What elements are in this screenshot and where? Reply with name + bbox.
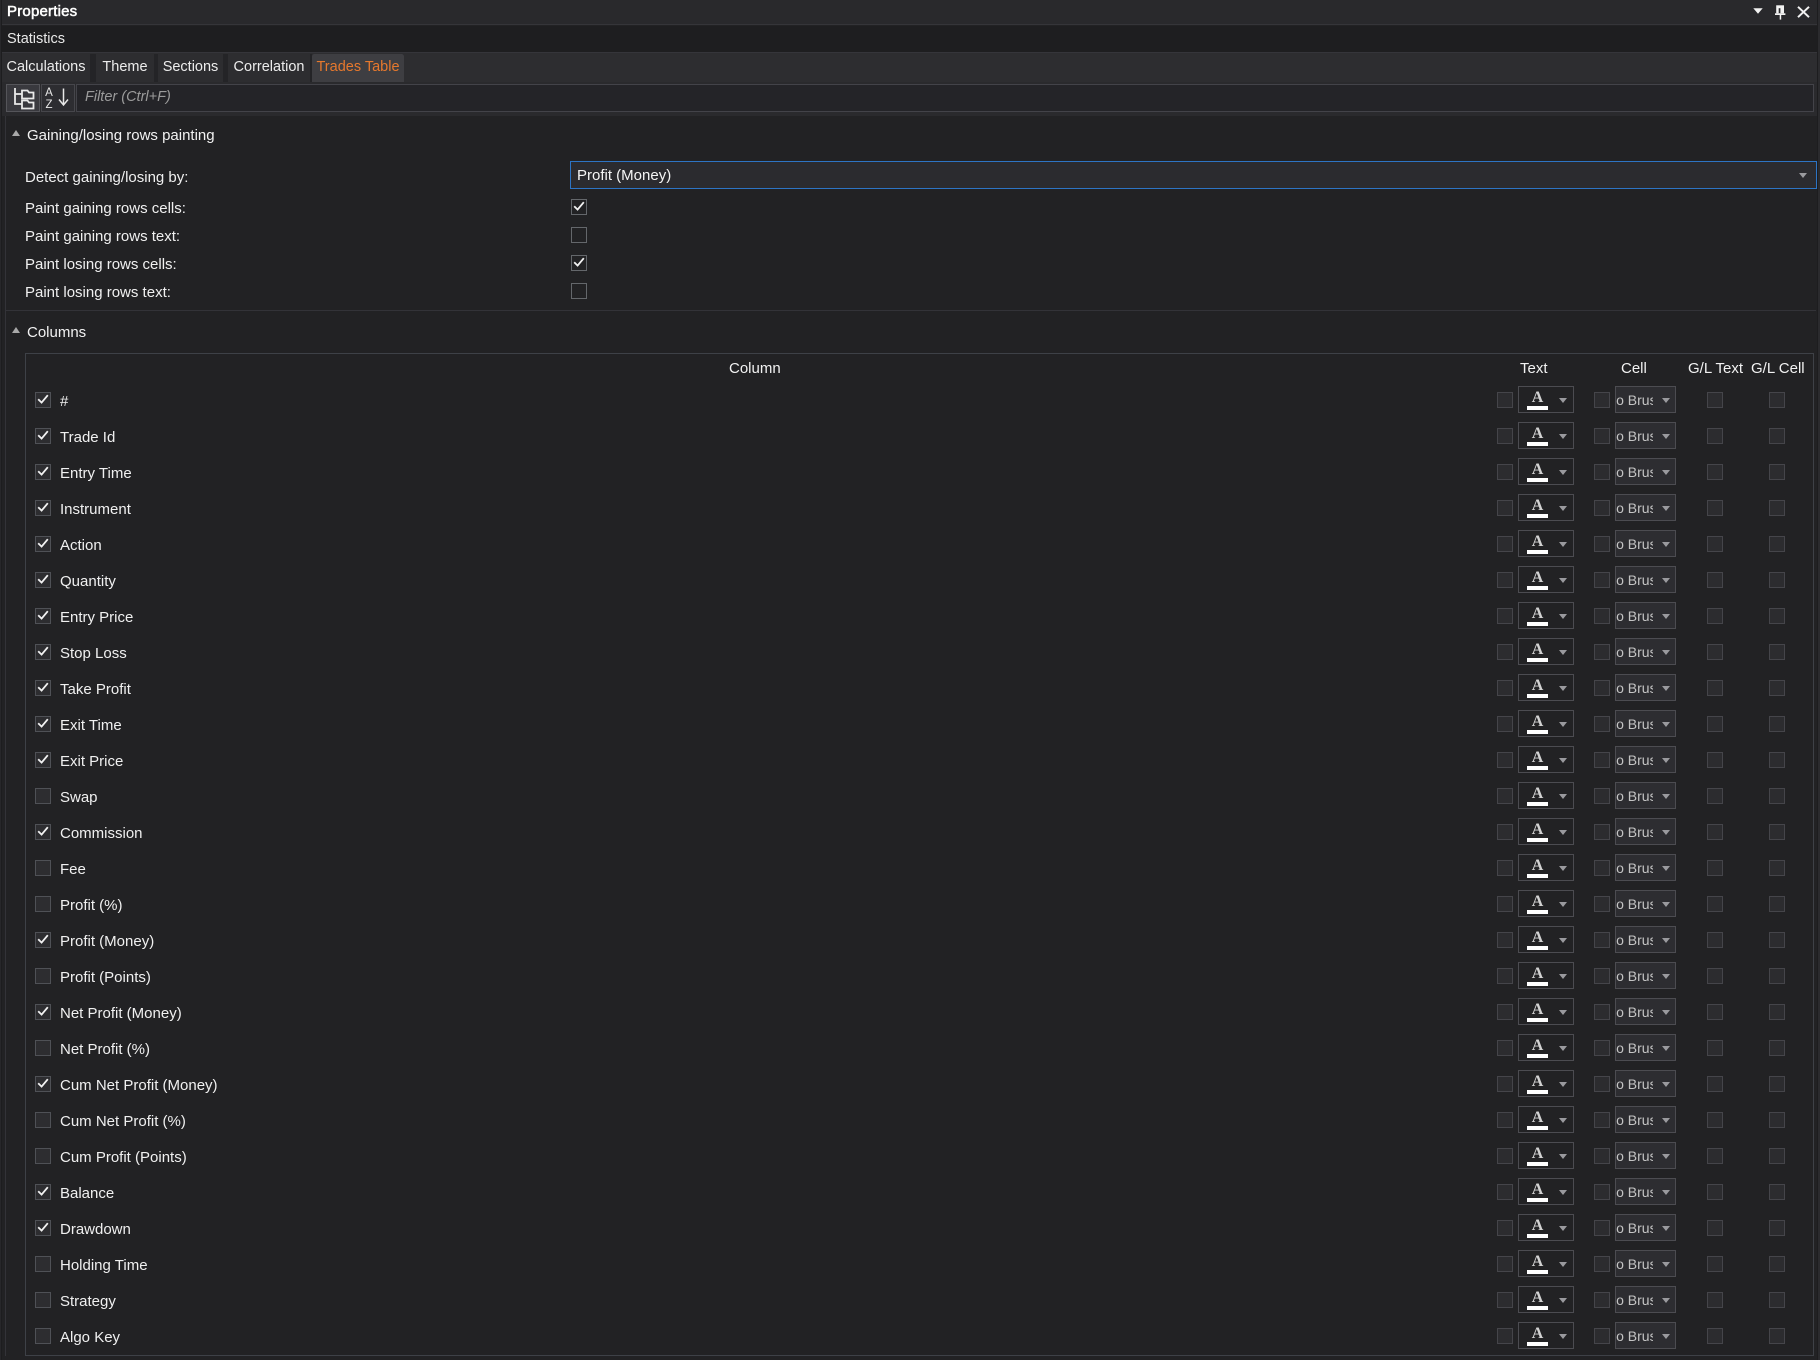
svg-text:A: A (45, 87, 53, 99)
svg-text:Z: Z (45, 99, 52, 111)
